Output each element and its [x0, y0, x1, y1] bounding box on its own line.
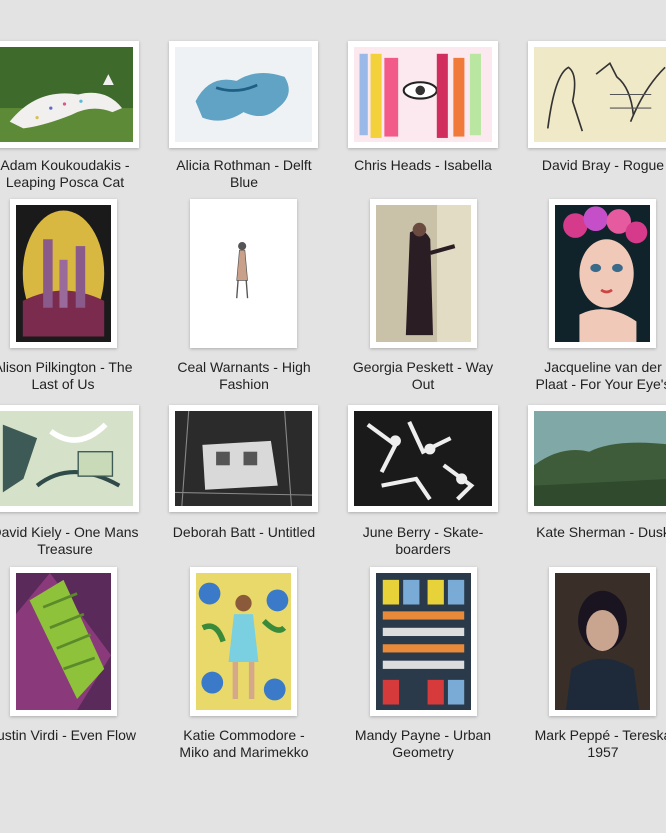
artwork-image — [534, 47, 666, 142]
artwork-frame[interactable] — [528, 405, 666, 512]
artwork-caption[interactable]: Mandy Payne - Urban Geometry — [348, 727, 498, 761]
artwork-caption[interactable]: Katie Commodore - Miko and Marimekko — [169, 727, 319, 761]
artwork-frame[interactable] — [169, 41, 318, 148]
artwork-caption[interactable]: Jacqueline van der Plaat - For Your Eye'… — [528, 359, 666, 393]
artwork-frame[interactable] — [190, 567, 297, 716]
artwork-image — [376, 205, 471, 342]
artwork-frame[interactable] — [10, 567, 117, 716]
artwork-caption[interactable]: June Berry - Skate-boarders — [348, 524, 498, 558]
artwork-frame[interactable] — [549, 567, 656, 716]
artwork-image — [354, 47, 492, 142]
artwork-image — [196, 205, 291, 342]
artwork-image — [16, 205, 111, 342]
artwork-image — [534, 411, 666, 506]
artwork-caption[interactable]: Alison Pilkington - The Last of Us — [0, 359, 138, 393]
artwork-frame[interactable] — [190, 199, 297, 348]
artwork-frame[interactable] — [0, 41, 139, 148]
artwork-caption[interactable]: Deborah Batt - Untitled — [169, 524, 319, 541]
artwork-frame[interactable] — [370, 199, 477, 348]
artwork-image — [0, 411, 133, 506]
artwork-caption[interactable]: Chris Heads - Isabella — [348, 157, 498, 174]
artwork-caption[interactable]: David Bray - Rogue — [528, 157, 666, 174]
artwork-frame[interactable] — [169, 405, 318, 512]
artwork-caption[interactable]: Kate Sherman - Dusk — [528, 524, 666, 541]
artwork-image — [555, 205, 650, 342]
artwork-image — [175, 47, 312, 142]
artwork-caption[interactable]: Adam Koukoudakis - Leaping Posca Cat — [0, 157, 140, 191]
artwork-image — [0, 47, 133, 142]
artwork-caption[interactable]: David Kiely - One Mans Treasure — [0, 524, 140, 558]
artwork-image — [175, 411, 312, 506]
artwork-image — [354, 411, 492, 506]
artwork-caption[interactable]: Alicia Rothman - Delft Blue — [169, 157, 319, 191]
artwork-image — [555, 573, 650, 710]
artwork-frame[interactable] — [528, 41, 666, 148]
artwork-image — [16, 573, 111, 710]
artwork-caption[interactable]: Georgia Peskett - Way Out — [348, 359, 498, 393]
artwork-frame[interactable] — [549, 199, 656, 348]
artwork-frame[interactable] — [0, 405, 139, 512]
artwork-frame[interactable] — [370, 567, 477, 716]
artwork-frame[interactable] — [348, 41, 498, 148]
artwork-caption[interactable]: Mark Peppé - Tereska 1957 — [528, 727, 666, 761]
artwork-caption[interactable]: Ceal Warnants - High Fashion — [169, 359, 319, 393]
artwork-frame[interactable] — [10, 199, 117, 348]
artwork-caption[interactable]: Justin Virdi - Even Flow — [0, 727, 138, 744]
artwork-image — [376, 573, 471, 710]
artwork-image — [196, 573, 291, 710]
artwork-frame[interactable] — [348, 405, 498, 512]
